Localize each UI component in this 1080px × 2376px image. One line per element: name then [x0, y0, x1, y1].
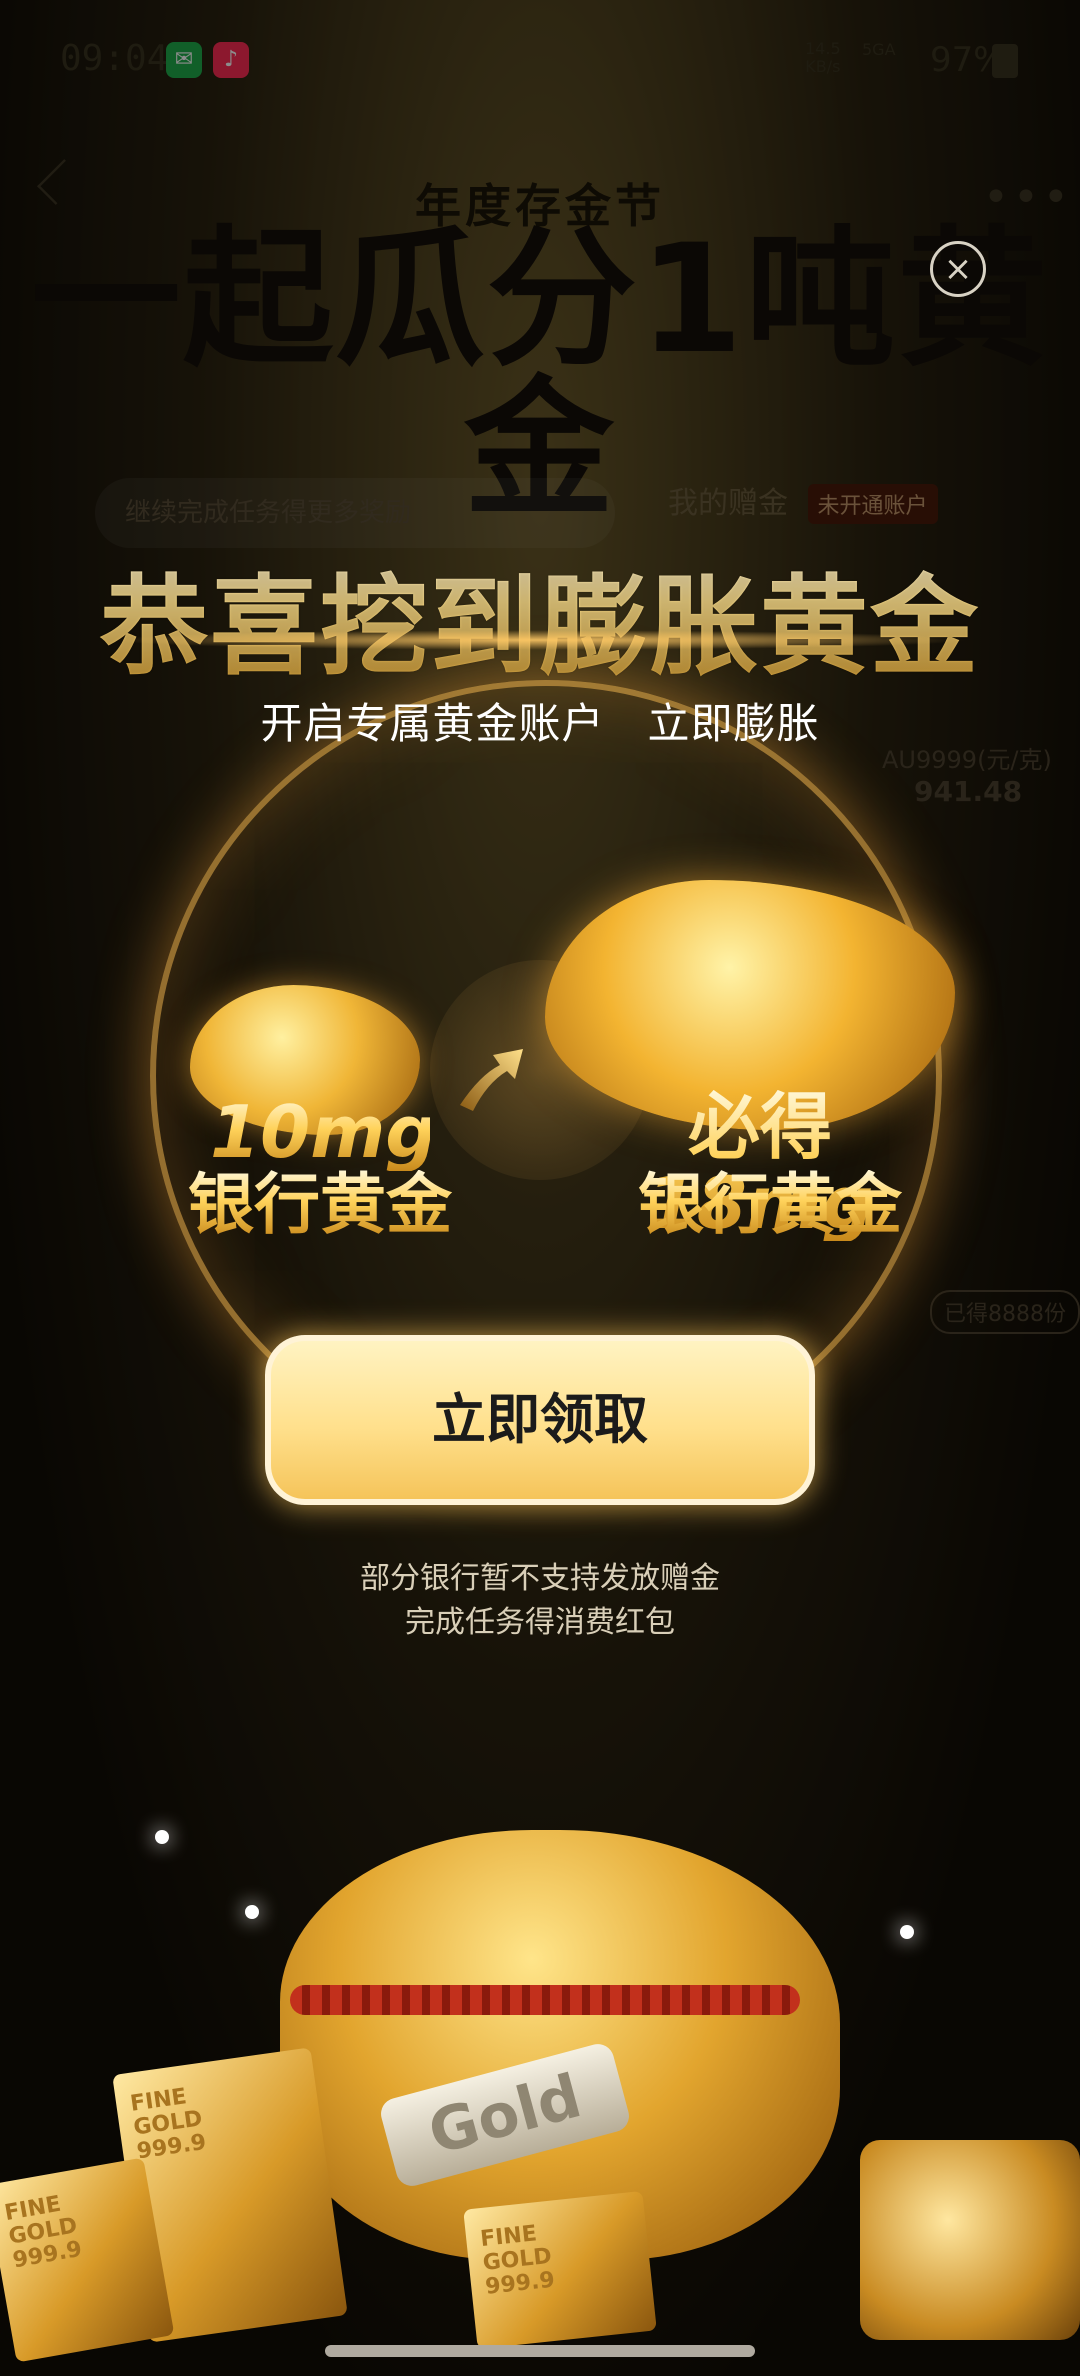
close-circle-icon[interactable]: × [930, 241, 986, 297]
claim-button[interactable]: 立即领取 [265, 1335, 815, 1505]
sparkle [155, 1830, 169, 1844]
reward-headline: 恭喜挖到膨胀黄金 [0, 540, 1080, 696]
from-amount: 10mg [210, 1090, 437, 1174]
gold-sack [280, 1830, 840, 2260]
from-label: 银行黄金 [185, 1170, 455, 1240]
reward-subheadline: 开启专属黄金账户 立即膨胀 [260, 699, 820, 748]
arrow-up-right-icon [460, 1049, 523, 1111]
gold-bar: FINE GOLD 999.9 [0, 2157, 175, 2363]
sparkle [900, 1925, 914, 1939]
gold-bar-text: FINE GOLD 999.9 [479, 2221, 556, 2301]
note-line-2: 完成任务得消费红包 [405, 1605, 675, 1640]
claim-button-label: 立即领取 [432, 1388, 648, 1451]
home-indicator[interactable] [325, 2345, 755, 2357]
close-symbol: × [943, 249, 973, 289]
gold-bar-text: FINE GOLD 999.9 [2, 2191, 84, 2274]
note-line-1: 部分银行暂不支持发放赠金 [360, 1561, 720, 1596]
red-rope [290, 1985, 800, 2015]
gold-coins-pile [860, 2140, 1080, 2340]
sparkle [245, 1905, 259, 1919]
to-prefix: 必得 [687, 1085, 832, 1169]
headline-glow [110, 630, 970, 650]
to-label: 银行黄金 [620, 1170, 920, 1240]
gold-bar: FINE GOLD 999.9 [463, 2190, 657, 2350]
gold-sack-illustration: Gold FINE GOLD 999.9 FINE GOLD 999.9 FIN… [0, 1810, 1080, 2363]
